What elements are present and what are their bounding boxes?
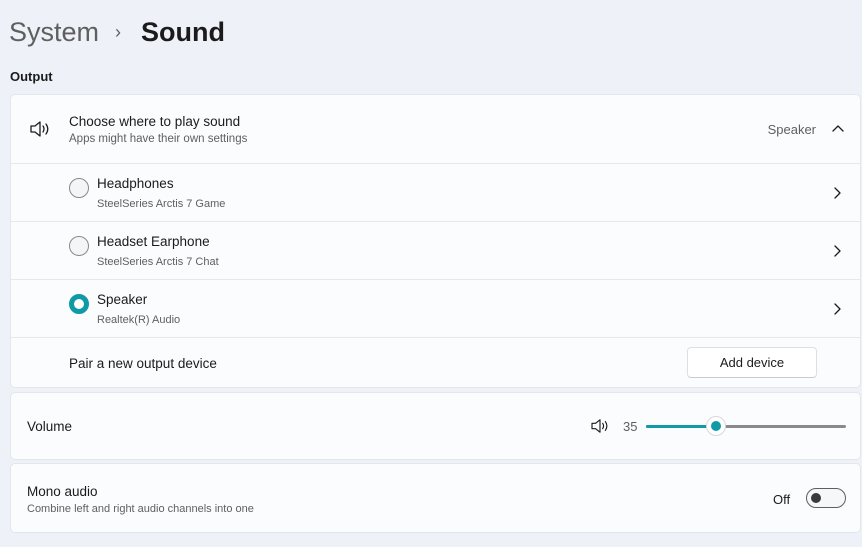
breadcrumb-separator: › bbox=[115, 21, 122, 42]
page-title: Sound bbox=[141, 16, 226, 47]
volume-label: Volume bbox=[27, 419, 73, 434]
device-name: Speaker bbox=[97, 292, 148, 307]
mono-audio-state: Off bbox=[773, 492, 791, 507]
output-card: Choose where to play sound Apps might ha… bbox=[10, 94, 861, 388]
choose-output-title: Choose where to play sound bbox=[69, 114, 241, 129]
add-device-button[interactable]: Add device bbox=[687, 347, 817, 378]
radio-speaker[interactable] bbox=[69, 294, 89, 314]
chevron-up-icon[interactable] bbox=[832, 124, 844, 132]
mono-audio-subtitle: Combine left and right audio channels in… bbox=[27, 503, 254, 515]
volume-mute-toggle-icon[interactable] bbox=[590, 418, 610, 434]
choose-output-subtitle: Apps might have their own settings bbox=[69, 133, 248, 145]
pair-device-row: Pair a new output device Add device bbox=[11, 338, 860, 388]
output-device-speaker[interactable]: Speaker Realtek(R) Audio bbox=[11, 280, 860, 337]
output-device-headphones[interactable]: Headphones SteelSeries Arctis 7 Game bbox=[11, 164, 860, 221]
mono-audio-title: Mono audio bbox=[27, 484, 98, 499]
volume-slider[interactable] bbox=[646, 415, 846, 437]
device-detail: Realtek(R) Audio bbox=[97, 314, 181, 326]
pair-device-label: Pair a new output device bbox=[69, 356, 217, 371]
slider-thumb[interactable] bbox=[706, 416, 726, 436]
radio-headphones[interactable] bbox=[69, 178, 89, 198]
mono-audio-card: Mono audio Combine left and right audio … bbox=[10, 463, 861, 533]
output-section-label: Output bbox=[10, 69, 53, 84]
radio-headset-earphone[interactable] bbox=[69, 236, 89, 256]
output-device-headset-earphone[interactable]: Headset Earphone SteelSeries Arctis 7 Ch… bbox=[11, 222, 860, 279]
breadcrumb-system-link[interactable]: System bbox=[9, 17, 99, 48]
mono-audio-toggle[interactable] bbox=[806, 488, 846, 508]
device-detail: SteelSeries Arctis 7 Chat bbox=[97, 256, 219, 268]
volume-value: 35 bbox=[623, 419, 638, 434]
speaker-volume-icon bbox=[30, 121, 49, 137]
device-name: Headphones bbox=[97, 176, 174, 191]
volume-card: Volume 35 bbox=[10, 392, 861, 460]
choose-output-header[interactable]: Choose where to play sound Apps might ha… bbox=[11, 95, 860, 163]
chevron-right-icon[interactable] bbox=[832, 244, 842, 258]
chevron-right-icon[interactable] bbox=[832, 186, 842, 200]
device-name: Headset Earphone bbox=[97, 234, 210, 249]
device-detail: SteelSeries Arctis 7 Game bbox=[97, 198, 226, 210]
selected-output-value: Speaker bbox=[767, 122, 816, 137]
chevron-right-icon[interactable] bbox=[832, 302, 842, 316]
breadcrumb: System › Sound bbox=[9, 14, 225, 50]
